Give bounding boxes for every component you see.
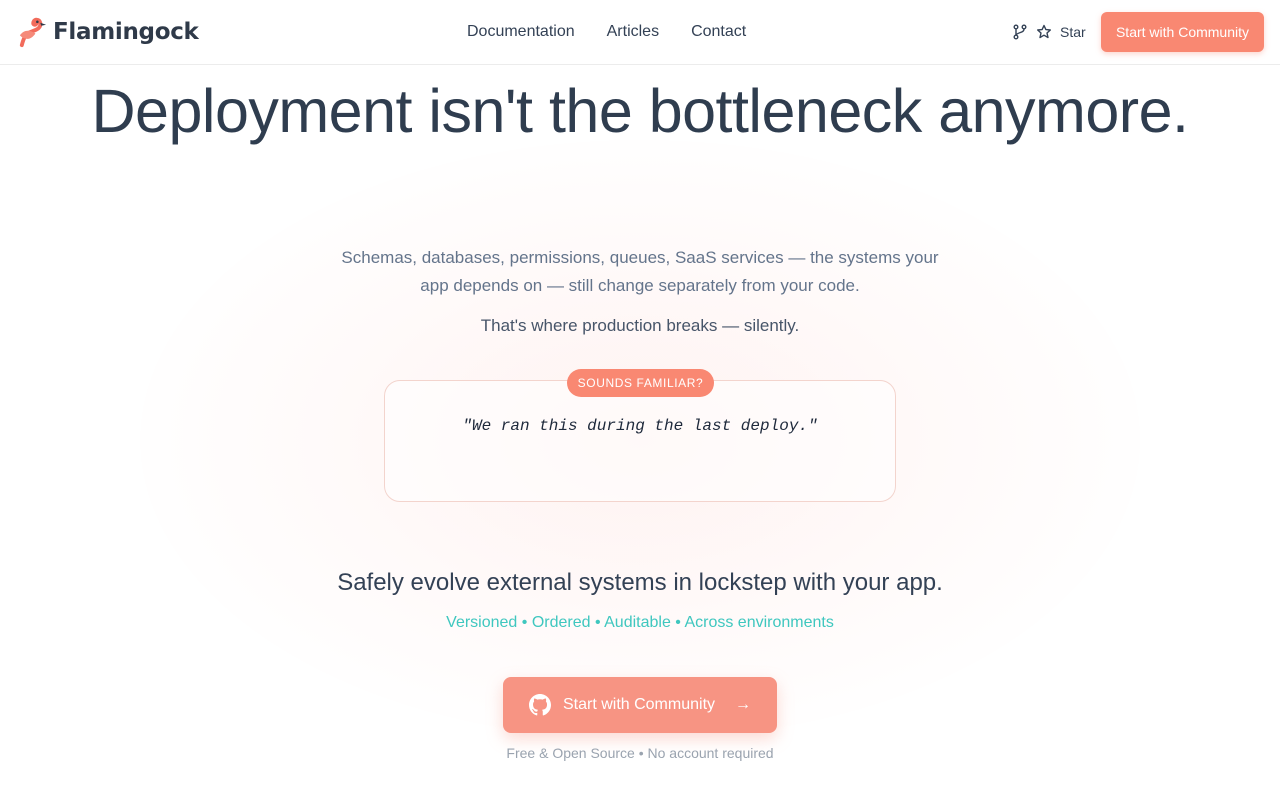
quote-card — [384, 380, 896, 502]
sounds-familiar-badge: SOUNDS FAMILIAR? — [567, 369, 714, 397]
brand-name: Flamingock — [53, 19, 199, 45]
hero-lead: Schemas, databases, permissions, queues,… — [341, 248, 939, 295]
nav-contact[interactable]: Contact — [691, 21, 746, 43]
quote-text: "We ran this during the last deploy." — [462, 417, 818, 435]
main-nav: Documentation Articles Contact — [467, 21, 746, 43]
hero-tagline: Safely evolve external systems in lockst… — [337, 569, 943, 596]
hero-title: Deployment isn't the bottleneck anymore. — [91, 77, 1189, 145]
git-branch-icon — [1013, 24, 1027, 40]
cta-footnote: Free & Open Source • No account required — [506, 745, 774, 761]
header-start-community-button[interactable]: Start with Community — [1101, 12, 1264, 52]
top-nav-bar: Flamingock Documentation Articles Contac… — [0, 0, 1280, 65]
nav-documentation[interactable]: Documentation — [467, 21, 575, 43]
github-star-link[interactable]: Star — [1012, 21, 1086, 43]
star-label: Star — [1060, 24, 1086, 40]
arrow-right-icon: → — [735, 696, 752, 713]
start-community-button[interactable]: Start with Community → — [503, 677, 777, 733]
github-icon — [528, 694, 551, 716]
star-icon — [1037, 24, 1051, 39]
nav-articles[interactable]: Articles — [607, 21, 659, 43]
flamingo-logo-icon — [19, 17, 47, 47]
feature-list: Versioned • Ordered • Auditable • Across… — [446, 614, 834, 631]
start-community-label: Start with Community — [562, 696, 716, 713]
brand-logo[interactable]: Flamingock — [16, 15, 199, 49]
hero-lead-secondary: That's where production breaks — silentl… — [480, 316, 800, 335]
